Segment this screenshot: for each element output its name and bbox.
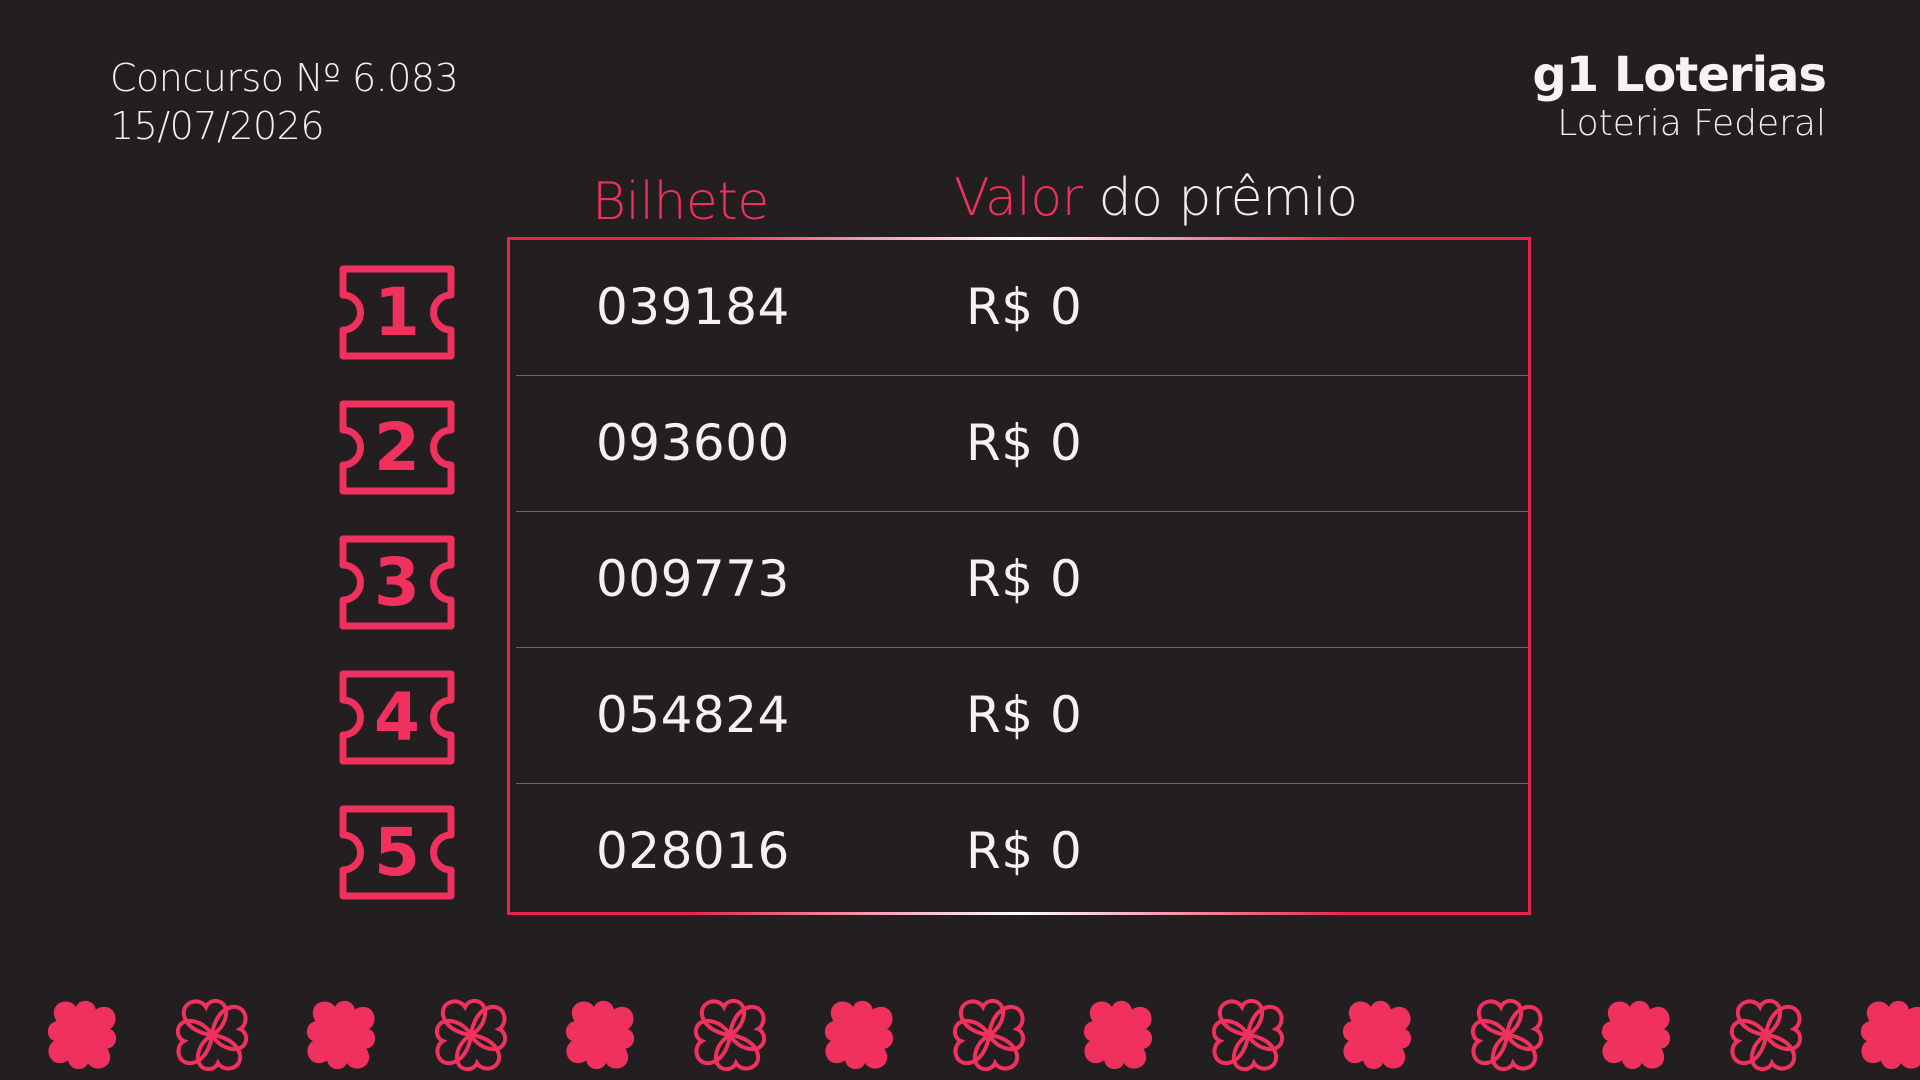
contest-date: 15/07/2026 bbox=[110, 104, 325, 148]
position-badge: 3 bbox=[337, 535, 457, 630]
clover-icon bbox=[36, 989, 128, 1080]
clover-footer bbox=[0, 985, 1920, 1080]
clover-icon bbox=[554, 989, 646, 1080]
clover-icon bbox=[295, 989, 387, 1080]
badge-number: 4 bbox=[374, 679, 420, 756]
clover-icon bbox=[1590, 989, 1682, 1080]
prize-value: R$ 0 bbox=[966, 550, 1083, 608]
ticket-number: 039184 bbox=[596, 278, 790, 336]
position-badge: 2 bbox=[337, 400, 457, 495]
position-badge: 5 bbox=[337, 805, 457, 900]
contest-info: Concurso Nº 6.083 15/07/2026 bbox=[110, 54, 459, 150]
clover-icon bbox=[1202, 989, 1294, 1080]
contest-number: Concurso Nº 6.083 bbox=[110, 56, 459, 100]
brand-logo: g1 Loterias Loteria Federal bbox=[1532, 47, 1827, 146]
prize-column-header: Valor do prêmio bbox=[954, 168, 1358, 228]
brand-subtitle: Loteria Federal bbox=[1557, 103, 1826, 144]
brand-title: g1 Loterias bbox=[1532, 47, 1827, 103]
position-badge: 1 bbox=[337, 265, 457, 360]
badge-number: 2 bbox=[374, 409, 420, 486]
table-row: 039184 R$ 0 bbox=[516, 240, 1528, 376]
prize-header-rest: do prêmio bbox=[1082, 168, 1359, 228]
ticket-number: 054824 bbox=[596, 686, 790, 744]
badge-number: 1 bbox=[374, 274, 420, 351]
clover-icon bbox=[943, 989, 1035, 1080]
prize-value: R$ 0 bbox=[966, 822, 1083, 880]
clover-icon bbox=[425, 989, 517, 1080]
clover-icon bbox=[684, 989, 776, 1080]
clover-icon bbox=[1331, 989, 1423, 1080]
ticket-column-header: Bilhete bbox=[592, 172, 769, 232]
position-badge: 4 bbox=[337, 670, 457, 765]
ticket-number: 093600 bbox=[596, 414, 790, 472]
badge-number: 3 bbox=[374, 544, 420, 621]
clover-icon bbox=[1461, 989, 1553, 1080]
clover-icon bbox=[813, 989, 905, 1080]
prize-header-accent: Valor bbox=[954, 168, 1083, 228]
table-row: 009773 R$ 0 bbox=[516, 512, 1528, 648]
table-row: 093600 R$ 0 bbox=[516, 376, 1528, 512]
table-row: 054824 R$ 0 bbox=[516, 648, 1528, 784]
prize-value: R$ 0 bbox=[966, 414, 1083, 472]
badge-number: 5 bbox=[374, 814, 420, 891]
prize-value: R$ 0 bbox=[966, 686, 1083, 744]
clover-icon bbox=[1720, 989, 1812, 1080]
prize-value: R$ 0 bbox=[966, 278, 1083, 336]
clover-icon bbox=[166, 989, 258, 1080]
clover-icon bbox=[1072, 989, 1164, 1080]
clover-icon bbox=[1849, 989, 1920, 1080]
table-row: 028016 R$ 0 bbox=[516, 784, 1528, 919]
ticket-number: 009773 bbox=[596, 550, 790, 608]
results-table: 039184 R$ 0 093600 R$ 0 009773 R$ 0 0548… bbox=[507, 237, 1531, 915]
ticket-number: 028016 bbox=[596, 822, 790, 880]
